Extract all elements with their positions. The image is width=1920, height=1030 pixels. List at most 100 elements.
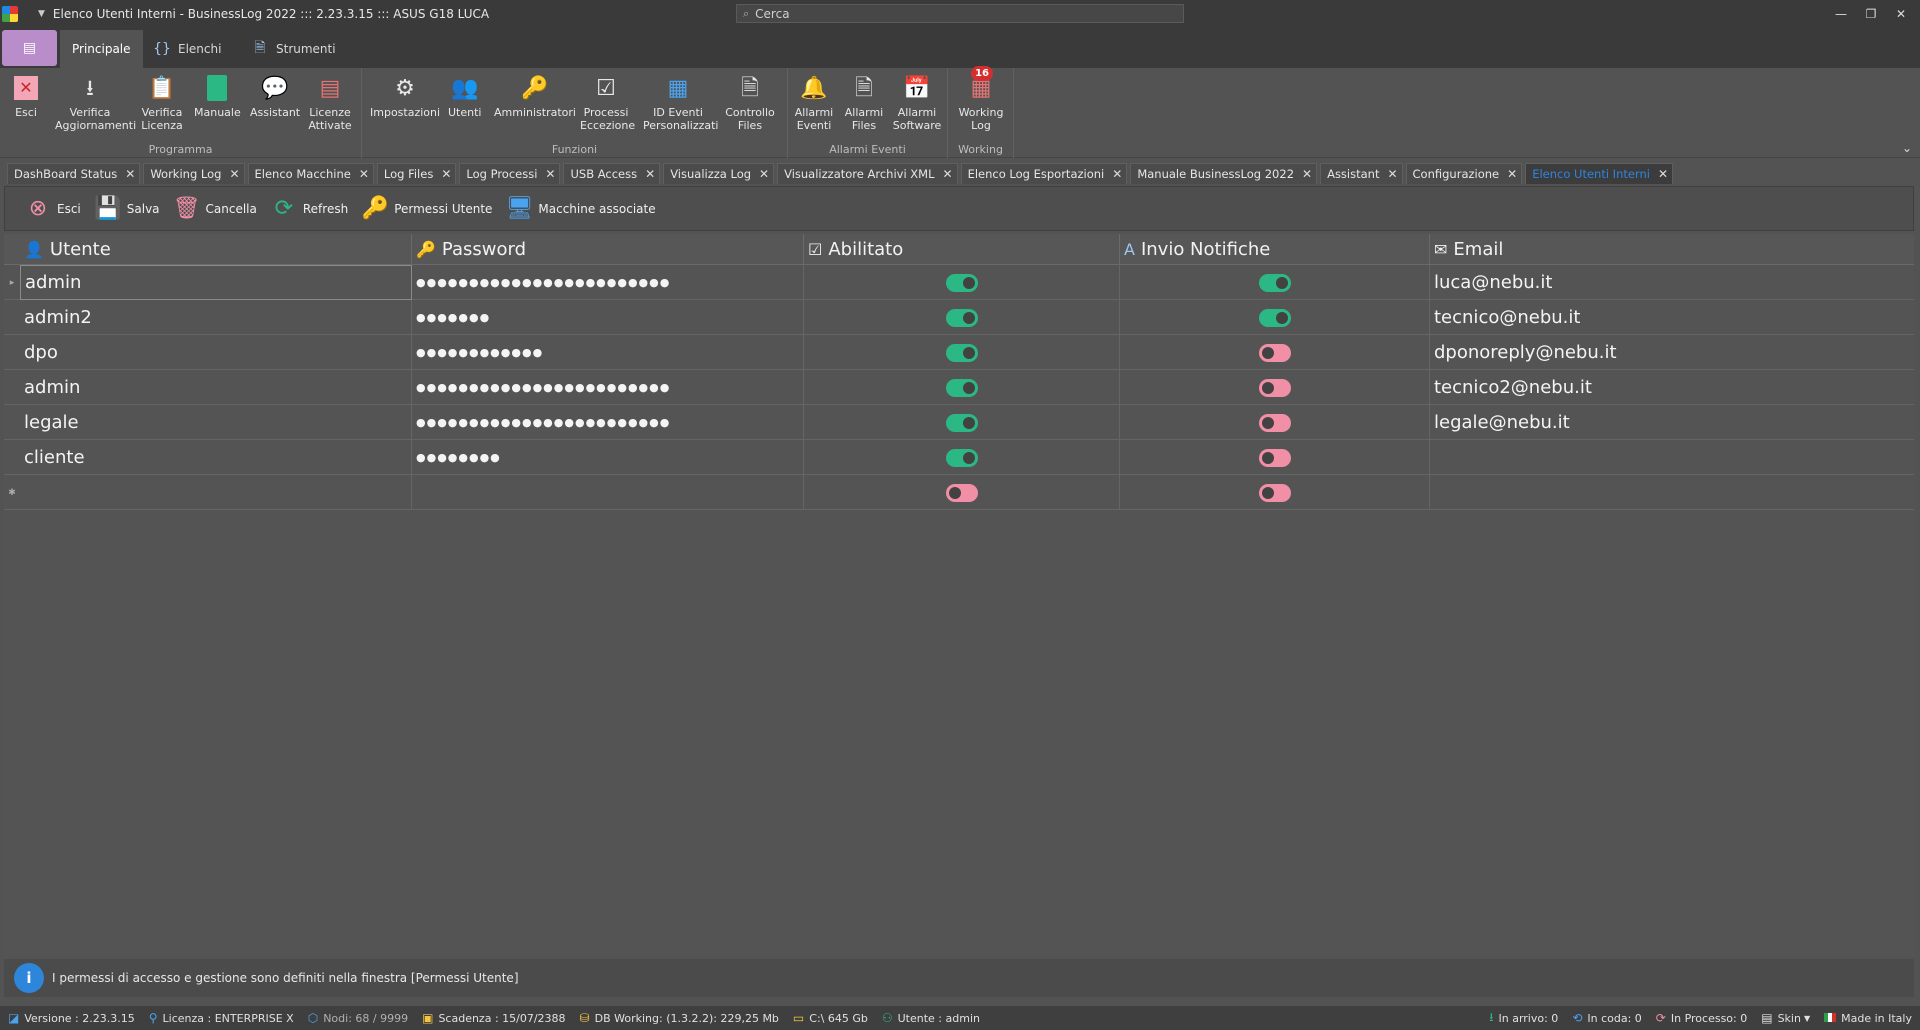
column-header-utente[interactable]: 👤 Utente — [20, 234, 412, 265]
doc-tab[interactable]: Elenco Macchine ✕ — [247, 163, 374, 184]
notifiche-toggle[interactable] — [1258, 413, 1291, 432]
notifiche-toggle[interactable] — [1258, 448, 1291, 467]
column-header-email[interactable]: ✉ Email — [1430, 234, 1914, 265]
cancella-button[interactable]: 🗑 Cancella — [172, 194, 257, 224]
id-eventi-personalizzati-button[interactable]: ▦ ID Eventi Personalizzati — [642, 72, 718, 132]
table-row[interactable]: ▸ admin ●●●●●●●●●●●●●●●●●●●●●●●● luca@ne… — [4, 265, 1914, 300]
table-row[interactable]: admin2 ●●●●●●● tecnico@nebu.it — [4, 300, 1914, 335]
doc-tab[interactable]: Elenco Log Esportazioni ✕ — [960, 163, 1128, 184]
cell-password[interactable]: ●●●●●●●●●●●●●●●●●●●●●●●● — [412, 405, 804, 440]
skin-selector[interactable]: ▤ Skin ▼ — [1761, 1011, 1810, 1025]
column-header-password[interactable]: 🔑 Password — [412, 234, 804, 265]
notifiche-toggle[interactable] — [1258, 483, 1291, 502]
amministratori-button[interactable]: 🔑 Amministratori — [494, 72, 576, 119]
close-tab-icon[interactable]: ✕ — [229, 167, 239, 181]
cell-email[interactable]: legale@nebu.it — [1430, 405, 1914, 440]
cell-utente[interactable]: admin — [20, 370, 412, 405]
close-window-button[interactable]: ✕ — [1888, 4, 1914, 24]
allarmi-eventi-button[interactable]: 🔔 Allarmi Eventi — [794, 72, 834, 132]
macchine-associate-button[interactable]: 🖥 Macchine associate — [504, 194, 655, 224]
column-header-abilitato[interactable]: ☑ Abilitato — [804, 234, 1120, 265]
utenti-button[interactable]: 👥 Utenti — [448, 72, 481, 119]
esci-button[interactable]: ⊗ Esci — [23, 194, 81, 224]
abilitato-toggle[interactable] — [945, 273, 978, 292]
verifica-aggiornamenti-button[interactable]: ⭳ Verifica Aggiornamenti — [52, 72, 136, 132]
tab-strumenti[interactable]: 🗎 Strumenti — [238, 30, 348, 68]
cell-password[interactable]: ●●●●●●●● — [412, 440, 804, 475]
table-row[interactable]: admin ●●●●●●●●●●●●●●●●●●●●●●●● tecnico2@… — [4, 370, 1914, 405]
refresh-button[interactable]: ⟳ Refresh — [269, 194, 349, 224]
impostazioni-button[interactable]: ⚙ Impostazioni — [370, 72, 440, 119]
notifiche-toggle[interactable] — [1258, 378, 1291, 397]
abilitato-toggle[interactable] — [945, 378, 978, 397]
doc-tab[interactable]: Log Processi ✕ — [459, 163, 561, 184]
working-log-button[interactable]: ▦ 16 Working Log — [954, 66, 1008, 132]
table-row[interactable]: cliente ●●●●●●●● — [4, 440, 1914, 475]
cell-email[interactable]: tecnico@nebu.it — [1430, 300, 1914, 335]
cell-utente[interactable]: dpo — [20, 335, 412, 370]
notifiche-toggle[interactable] — [1258, 343, 1291, 362]
cell-password[interactable]: ●●●●●●●●●●●●●●●●●●●●●●●● — [412, 370, 804, 405]
doc-tab[interactable]: Visualizzatore Archivi XML ✕ — [777, 163, 958, 184]
licenze-attivate-button[interactable]: ▤ Licenze Attivate — [308, 72, 352, 132]
close-tab-icon[interactable]: ✕ — [759, 167, 769, 181]
doc-tab[interactable]: USB Access ✕ — [563, 163, 661, 184]
doc-tab[interactable]: Visualizza Log ✕ — [663, 163, 775, 184]
collapse-ribbon-icon[interactable]: ⌄ — [1902, 141, 1912, 155]
close-tab-icon[interactable]: ✕ — [1507, 167, 1517, 181]
abilitato-toggle[interactable] — [945, 413, 978, 432]
column-header-invio-notifiche[interactable]: A Invio Notifiche — [1120, 234, 1430, 265]
allarmi-files-button[interactable]: 🗎 Allarmi Files — [844, 72, 884, 132]
cell-email[interactable] — [1430, 440, 1914, 475]
cell-utente[interactable] — [20, 475, 412, 510]
search-input[interactable]: ⌕ Cerca — [736, 4, 1184, 23]
tab-principale[interactable]: Principale — [60, 30, 143, 68]
close-tab-icon[interactable]: ✕ — [125, 167, 135, 181]
close-tab-icon[interactable]: ✕ — [545, 167, 555, 181]
doc-tab-active[interactable]: Elenco Utenti Interni ✕ — [1525, 163, 1674, 184]
allarmi-software-button[interactable]: 📅 Allarmi Software — [892, 72, 942, 132]
controllo-files-button[interactable]: 🗎 Controllo Files — [724, 72, 776, 132]
app-menu-button[interactable]: ▤ — [2, 30, 57, 66]
close-tab-icon[interactable]: ✕ — [359, 167, 369, 181]
cell-password[interactable] — [412, 475, 804, 510]
table-row[interactable]: legale ●●●●●●●●●●●●●●●●●●●●●●●● legale@n… — [4, 405, 1914, 440]
cell-email[interactable]: tecnico2@nebu.it — [1430, 370, 1914, 405]
verifica-licenza-button[interactable]: 📋 Verifica Licenza — [140, 72, 184, 132]
doc-tab[interactable]: Manuale BusinessLog 2022 ✕ — [1130, 163, 1318, 184]
cell-email[interactable]: luca@nebu.it — [1430, 265, 1914, 300]
cell-password[interactable]: ●●●●●●●●●●●● — [412, 335, 804, 370]
cell-password[interactable]: ●●●●●●●●●●●●●●●●●●●●●●●● — [412, 265, 804, 300]
doc-tab[interactable]: Working Log ✕ — [143, 163, 245, 184]
cell-utente[interactable]: cliente — [20, 440, 412, 475]
restore-button[interactable]: ❐ — [1858, 4, 1884, 24]
cell-email[interactable] — [1430, 475, 1914, 510]
close-tab-icon[interactable]: ✕ — [1658, 167, 1668, 181]
doc-tab[interactable]: Configurazione ✕ — [1405, 163, 1523, 184]
cell-utente[interactable]: admin — [20, 265, 412, 300]
doc-tab[interactable]: Assistant ✕ — [1320, 163, 1403, 184]
abilitato-toggle[interactable] — [945, 448, 978, 467]
tab-elenchi[interactable]: {} Elenchi — [140, 30, 233, 68]
abilitato-toggle[interactable] — [945, 343, 978, 362]
salva-button[interactable]: 💾 Salva — [93, 194, 159, 224]
close-tab-icon[interactable]: ✕ — [441, 167, 451, 181]
abilitato-toggle[interactable] — [945, 308, 978, 327]
processi-eccezione-button[interactable]: ☑ Processi Eccezione — [580, 72, 635, 132]
table-row[interactable]: dpo ●●●●●●●●●●●● dponoreply@nebu.it — [4, 335, 1914, 370]
cell-utente[interactable]: admin2 — [20, 300, 412, 335]
close-tab-icon[interactable]: ✕ — [1387, 167, 1397, 181]
close-tab-icon[interactable]: ✕ — [943, 167, 953, 181]
manuale-button[interactable]: Manuale — [194, 72, 241, 119]
app-logo-icon[interactable] — [2, 6, 18, 22]
cell-utente[interactable]: legale — [20, 405, 412, 440]
permessi-utente-button[interactable]: 🔑 Permessi Utente — [360, 194, 493, 224]
esci-ribbon-button[interactable]: ✕ Esci — [10, 72, 42, 119]
close-tab-icon[interactable]: ✕ — [645, 167, 655, 181]
quick-access-arrow-icon[interactable]: ▼ — [38, 9, 45, 19]
doc-tab[interactable]: Log Files ✕ — [376, 163, 457, 184]
cell-email[interactable]: dponoreply@nebu.it — [1430, 335, 1914, 370]
abilitato-toggle[interactable] — [945, 483, 978, 502]
assistant-button[interactable]: 💬 Assistant — [250, 72, 300, 119]
close-tab-icon[interactable]: ✕ — [1112, 167, 1122, 181]
